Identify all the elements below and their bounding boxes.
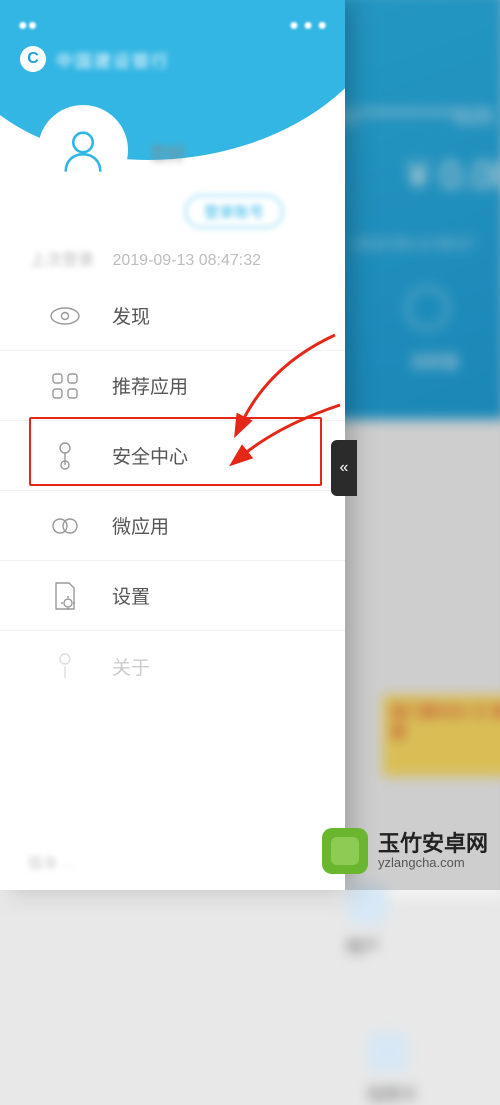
login-badge[interactable]: 登录账号 — [185, 195, 283, 228]
link-icon — [48, 509, 82, 543]
watermark-logo-icon — [322, 828, 368, 874]
eye-icon — [48, 299, 82, 333]
menu-item-settings[interactable]: 设置 — [0, 561, 345, 631]
apps-icon — [48, 369, 82, 403]
last-login: 上次登录 2019-09-13 08:47:32 — [30, 246, 261, 270]
menu-item-label: 关于 — [112, 653, 150, 680]
greeting-text: 您好 — [150, 140, 186, 166]
drawer-collapse-tab[interactable]: « — [331, 440, 357, 496]
bank-name: 中国建设银行 — [56, 47, 170, 72]
menu-item-about[interactable]: 关于 — [0, 631, 345, 701]
watermark-title: 玉竹安卓网 — [378, 831, 488, 856]
last-login-label: 上次登录 — [30, 252, 94, 269]
drawer-header: ●● ● ● ● C 中国建设银行 您好 登录账号 上次登录 2019-09-1… — [0, 0, 345, 275]
last-login-time: 2019-09-13 08:47:32 — [112, 252, 261, 269]
settings-file-icon — [48, 579, 82, 613]
drawer-menu: 发现 推荐应用 安全中心 — [0, 275, 345, 834]
menu-item-security[interactable]: 安全中心 — [0, 421, 345, 491]
bank-logo-row: C 中国建设银行 — [20, 46, 170, 72]
bank-logo-icon: C — [20, 46, 46, 72]
lock-icon — [48, 439, 82, 473]
side-drawer: ●● ● ● ● C 中国建设银行 您好 登录账号 上次登录 2019-09-1… — [0, 0, 345, 890]
chevron-left-icon: « — [340, 459, 349, 477]
menu-item-label: 设置 — [112, 582, 150, 609]
footer-text: 版本 ... — [28, 852, 75, 873]
menu-item-label: 安全中心 — [112, 442, 188, 469]
bg-tile-account: 账户 — [347, 884, 469, 957]
user-icon — [57, 124, 109, 176]
status-right: ● ● ● — [289, 14, 327, 38]
menu-item-discover[interactable]: 发现 — [0, 281, 345, 351]
bg-tile-credit-label: 信用卡 — [367, 1087, 416, 1104]
watermark: 玉竹安卓网 yzlangcha.com — [322, 828, 488, 874]
watermark-url: yzlangcha.com — [378, 856, 488, 871]
drawer-footer: 版本 ... — [0, 834, 345, 890]
bg-tile-account-label: 账户 — [347, 939, 380, 956]
menu-item-recommend[interactable]: 推荐应用 — [0, 351, 345, 421]
menu-item-label: 微应用 — [112, 512, 169, 539]
info-icon — [48, 649, 82, 683]
menu-item-label: 推荐应用 — [112, 372, 188, 399]
bg-tile-credit: 信用卡 — [367, 1032, 489, 1105]
status-bar: ●● ● ● ● — [0, 14, 345, 38]
status-left: ●● — [18, 14, 37, 38]
menu-item-label: 发现 — [112, 302, 150, 329]
avatar[interactable] — [38, 105, 128, 195]
menu-item-microapp[interactable]: 微应用 — [0, 491, 345, 561]
